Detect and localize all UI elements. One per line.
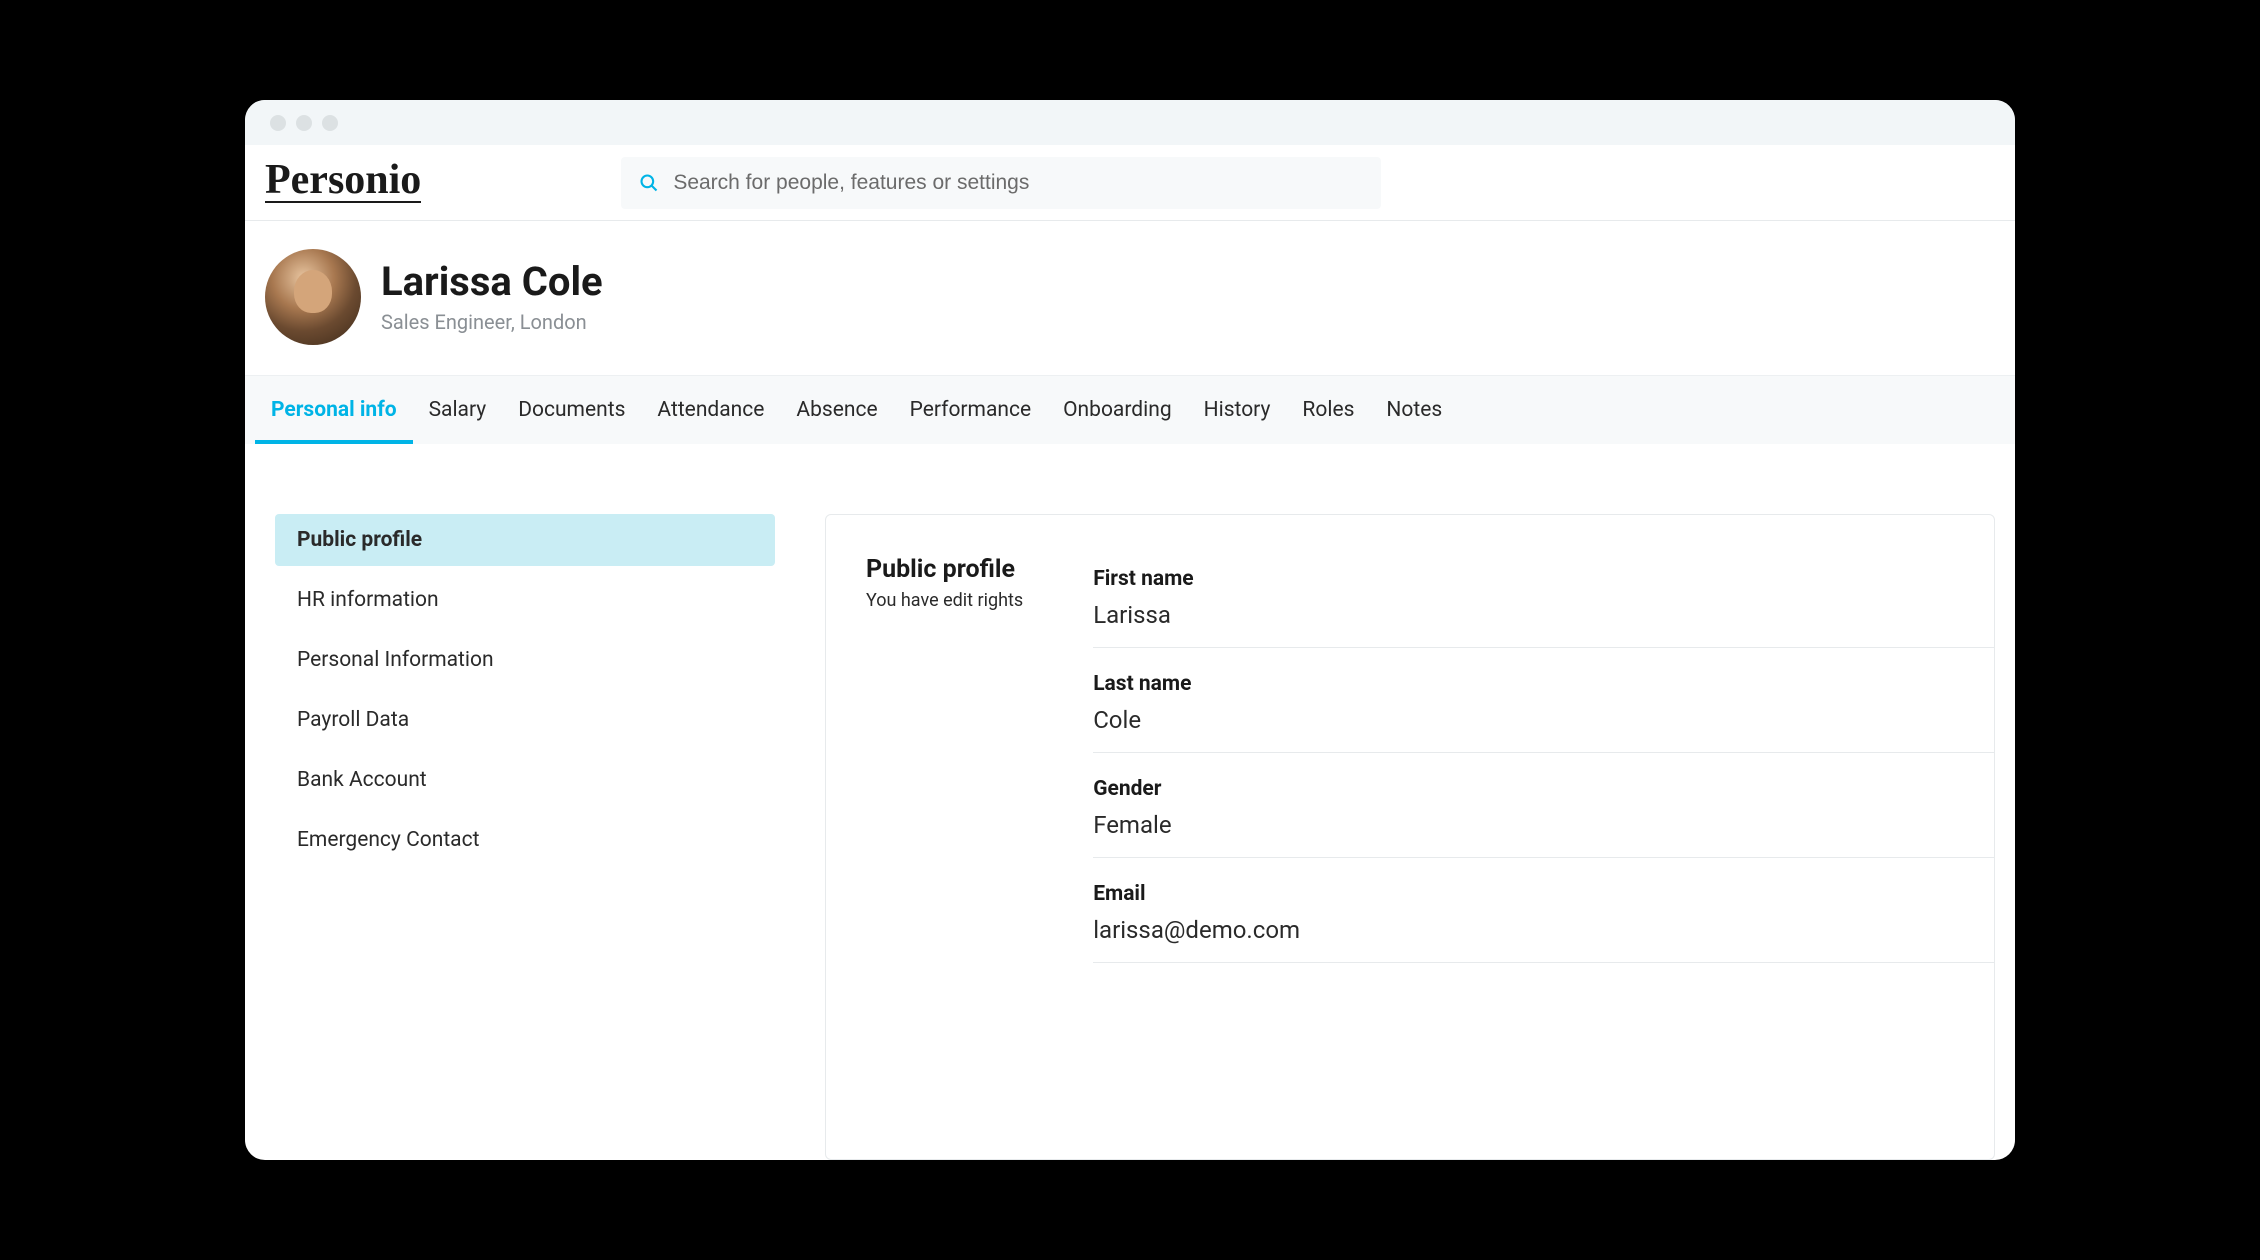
avatar[interactable]	[265, 249, 361, 345]
window-control-close[interactable]	[270, 115, 286, 131]
main-panel: Public profile You have edit rights Firs…	[825, 514, 1995, 1160]
titlebar	[245, 100, 2015, 145]
sidebar-item-hr-information[interactable]: HR information	[275, 574, 775, 626]
profile-name: Larissa Cole	[381, 260, 603, 304]
sidebar-item-public-profile[interactable]: Public profile	[275, 514, 775, 566]
profile-subtitle: Sales Engineer, London	[381, 310, 603, 334]
panel-subtitle: You have edit rights	[866, 590, 1023, 611]
sidebar-item-emergency-contact[interactable]: Emergency Contact	[275, 814, 775, 866]
app-window: Personio Larissa Cole Sales Engineer, Lo…	[245, 100, 2015, 1160]
tabs-bar: Personal info Salary Documents Attendanc…	[245, 375, 2015, 444]
field-value: Cole	[1093, 706, 1994, 734]
tab-personal-info[interactable]: Personal info	[255, 376, 413, 444]
search-container[interactable]	[621, 157, 1381, 209]
tab-attendance[interactable]: Attendance	[641, 376, 780, 444]
profile-info: Larissa Cole Sales Engineer, London	[381, 260, 603, 334]
search-input[interactable]	[673, 171, 1363, 195]
sidebar-item-personal-information[interactable]: Personal Information	[275, 634, 775, 686]
tab-notes[interactable]: Notes	[1370, 376, 1458, 444]
field-last-name[interactable]: Last name Cole	[1093, 660, 1994, 753]
field-value: Female	[1093, 811, 1994, 839]
field-label: Email	[1093, 882, 1994, 906]
profile-header: Larissa Cole Sales Engineer, London	[245, 221, 2015, 375]
window-control-maximize[interactable]	[322, 115, 338, 131]
field-first-name[interactable]: First name Larissa	[1093, 555, 1994, 648]
tab-performance[interactable]: Performance	[894, 376, 1047, 444]
sidebar-item-payroll-data[interactable]: Payroll Data	[275, 694, 775, 746]
header: Personio	[245, 145, 2015, 221]
tab-history[interactable]: History	[1188, 376, 1287, 444]
panel-title-block: Public profile You have edit rights	[866, 555, 1023, 1159]
tab-onboarding[interactable]: Onboarding	[1047, 376, 1188, 444]
tab-documents[interactable]: Documents	[502, 376, 641, 444]
field-label: Last name	[1093, 672, 1994, 696]
tab-absence[interactable]: Absence	[780, 376, 893, 444]
content-area: Public profile HR information Personal I…	[245, 444, 2015, 1160]
field-value: Larissa	[1093, 601, 1994, 629]
fields: First name Larissa Last name Cole Gender…	[1093, 555, 1994, 1159]
sidebar: Public profile HR information Personal I…	[275, 514, 775, 1160]
field-email[interactable]: Email larissa@demo.com	[1093, 870, 1994, 963]
tab-roles[interactable]: Roles	[1286, 376, 1370, 444]
sidebar-item-bank-account[interactable]: Bank Account	[275, 754, 775, 806]
field-gender[interactable]: Gender Female	[1093, 765, 1994, 858]
tab-salary[interactable]: Salary	[413, 376, 503, 444]
search-icon	[639, 173, 659, 193]
logo[interactable]: Personio	[265, 162, 421, 204]
panel-title: Public profile	[866, 555, 1023, 584]
field-value: larissa@demo.com	[1093, 916, 1994, 944]
field-label: Gender	[1093, 777, 1994, 801]
window-control-minimize[interactable]	[296, 115, 312, 131]
field-label: First name	[1093, 567, 1994, 591]
